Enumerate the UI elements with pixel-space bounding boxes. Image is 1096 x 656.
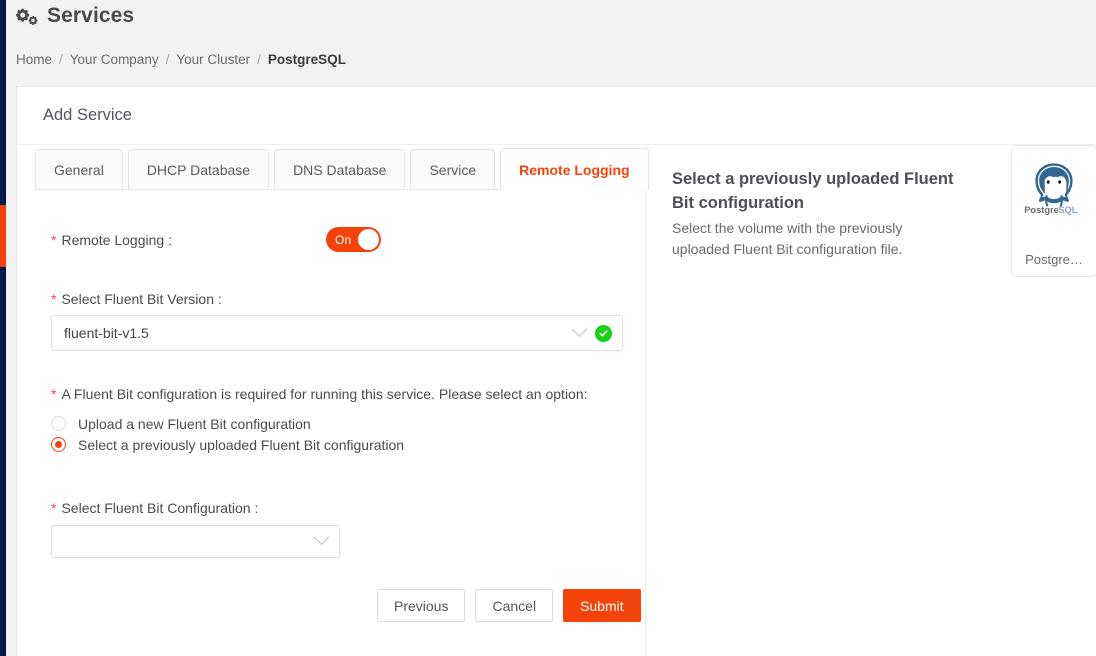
cancel-button[interactable]: Cancel [475,589,554,622]
submit-button-label: Submit [580,597,624,614]
cancel-button-label: Cancel [492,597,537,614]
fluent-bit-version-value: fluent-bit-v1.5 [64,325,149,341]
remote-logging-label-text: Remote Logging : [61,231,172,248]
required-marker: * [51,500,57,516]
tab-dns-database[interactable]: DNS Database [274,149,406,190]
chevron-down-icon [571,320,588,337]
tab-bar: General DHCP Database DNS Database Servi… [35,145,649,190]
version-label-text: Select Fluent Bit Version : [61,291,222,307]
breadcrumb-separator: / [59,52,63,67]
form-column: General DHCP Database DNS Database Servi… [17,145,649,656]
chevron-down-icon [313,529,330,546]
required-marker: * [51,291,57,307]
toggle-knob [358,229,379,250]
previous-button[interactable]: Previous [377,589,466,622]
tab-service[interactable]: Service [410,149,496,190]
left-nav-rail[interactable] [0,0,6,656]
breadcrumb-separator: / [257,52,261,67]
config-select-label-text: Select Fluent Bit Configuration : [61,500,259,516]
page-header: Services Home / Your Company / Your Clus… [0,0,1096,86]
radio-option-select-previous[interactable]: Select a previously uploaded Fluent Bit … [51,434,404,455]
page-title: Services [47,4,135,27]
radio-option-upload-new[interactable]: Upload a new Fluent Bit configuration [51,413,404,434]
tab-label: DHCP Database [146,162,251,178]
fluent-bit-version-select[interactable]: fluent-bit-v1.5 [51,315,623,351]
breadcrumb-item-current: PostgreSQL [267,52,346,67]
breadcrumb-item-cluster[interactable]: Your Cluster [176,52,250,67]
breadcrumb: Home / Your Company / Your Cluster / Pos… [16,52,346,67]
tab-label: Remote Logging [519,161,630,178]
fluent-bit-configuration-select[interactable] [51,525,340,558]
radio-option-label: Upload a new Fluent Bit configuration [78,415,311,432]
help-column: Select a previously uploaded Fluent Bit … [646,145,1096,656]
toggle-state-label: On [335,232,352,247]
add-service-card: Add Service General DHCP Database DNS Da… [16,86,1096,656]
radio-icon [51,416,66,431]
tab-dhcp-database[interactable]: DHCP Database [127,149,270,190]
submit-button[interactable]: Submit [563,589,641,622]
svg-text:SQL: SQL [1058,205,1077,215]
remote-logging-row: * Remote Logging : On [51,227,381,252]
config-choice-radio-group: Upload a new Fluent Bit configuration Se… [51,413,404,455]
help-description: Select the volume with the previously up… [672,220,903,257]
radio-icon-selected [51,437,66,452]
breadcrumb-separator: / [165,52,170,67]
breadcrumb-item-home[interactable]: Home [16,52,52,67]
radio-option-label: Select a previously uploaded Fluent Bit … [78,436,405,453]
config-choice-label-text: A Fluent Bit configuration is required f… [61,386,588,402]
previous-button-label: Previous [394,597,449,614]
cogs-icon [16,7,38,26]
card-header: Add Service [17,87,1096,145]
page-title-row: Services [16,4,134,28]
postgresql-logo: Postgre SQL [1023,160,1085,220]
service-card-name: Postgre… [1025,252,1083,267]
remote-logging-toggle[interactable]: On [326,227,381,252]
rail-active-indicator [0,205,6,267]
tab-label: General [54,162,104,178]
breadcrumb-item-company[interactable]: Your Company [70,52,159,67]
version-label: * Select Fluent Bit Version : [51,291,222,307]
config-choice-label: * A Fluent Bit configuration is required… [51,386,588,402]
svg-text:Postgre: Postgre [1024,205,1059,215]
card-title: Add Service [43,106,132,124]
tab-label: Service [429,162,477,178]
help-title: Select a previously uploaded Fluent Bit … [672,170,954,212]
card-body: General DHCP Database DNS Database Servi… [17,145,1096,656]
tab-label: DNS Database [293,162,387,178]
check-circle-icon [595,324,612,342]
config-select-label: * Select Fluent Bit Configuration : [51,500,258,516]
remote-logging-label: * Remote Logging : [51,232,172,248]
tab-general[interactable]: General [35,149,123,190]
form-actions: Previous Cancel Submit [377,589,641,622]
required-marker: * [51,231,57,248]
tab-remote-logging[interactable]: Remote Logging [500,148,649,190]
required-marker: * [51,386,57,402]
service-logo-card[interactable]: Postgre SQL Postgre… [1011,145,1096,277]
